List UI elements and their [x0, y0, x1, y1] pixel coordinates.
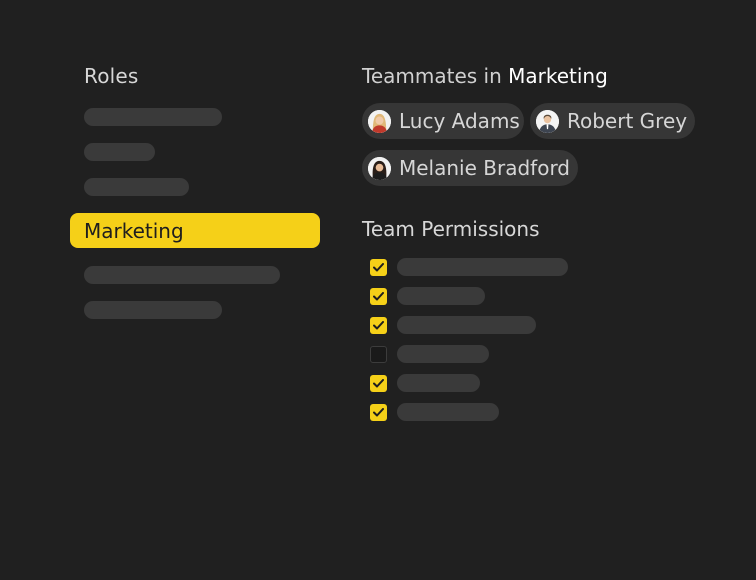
teammate-chip[interactable]: Lucy Adams	[362, 103, 524, 139]
team-settings-panel: Roles Marketing Teammates in Marketing L…	[0, 0, 756, 580]
permission-row	[370, 403, 499, 421]
checkmark-icon	[373, 262, 384, 271]
permission-label-placeholder	[397, 403, 499, 421]
permission-label-placeholder	[397, 287, 485, 305]
permission-label-placeholder	[397, 345, 489, 363]
role-item-marketing-selected[interactable]: Marketing	[70, 213, 320, 248]
permission-label-placeholder	[397, 374, 480, 392]
permissions-heading: Team Permissions	[362, 217, 540, 241]
permission-label-placeholder	[397, 316, 536, 334]
checkmark-icon	[373, 378, 384, 387]
permission-checkbox-checked[interactable]	[370, 374, 387, 392]
permission-row	[370, 287, 485, 305]
role-item-placeholder[interactable]	[84, 178, 189, 196]
role-item-label: Marketing	[84, 218, 184, 243]
permission-row	[370, 345, 489, 363]
woman-dark-hair-avatar-icon	[368, 156, 391, 180]
teammate-name: Robert Grey	[567, 109, 688, 133]
teammates-heading-team: Marketing	[508, 64, 608, 88]
role-item-placeholder[interactable]	[84, 266, 280, 284]
permission-checkbox-unchecked[interactable]	[370, 345, 387, 363]
roles-heading: Roles	[84, 64, 139, 88]
woman-blonde-avatar-icon	[368, 109, 391, 133]
permission-row	[370, 258, 568, 276]
checkmark-icon	[373, 407, 384, 416]
man-suit-avatar-icon	[536, 109, 559, 133]
permission-checkbox-checked[interactable]	[370, 316, 387, 334]
role-item-placeholder[interactable]	[84, 301, 222, 319]
checkmark-icon	[373, 291, 384, 300]
permission-row	[370, 316, 536, 334]
permission-checkbox-checked[interactable]	[370, 403, 387, 421]
permission-row	[370, 374, 480, 392]
role-item-placeholder[interactable]	[84, 108, 222, 126]
permission-checkbox-checked[interactable]	[370, 287, 387, 305]
permission-label-placeholder	[397, 258, 568, 276]
teammates-heading: Teammates in Marketing	[362, 64, 608, 88]
role-item-placeholder[interactable]	[84, 143, 155, 161]
checkmark-icon	[373, 320, 384, 329]
teammate-chip[interactable]: Melanie Bradford	[362, 150, 578, 186]
teammate-name: Melanie Bradford	[399, 156, 571, 180]
teammate-name: Lucy Adams	[399, 109, 520, 133]
permission-checkbox-checked[interactable]	[370, 258, 387, 276]
teammates-heading-prefix: Teammates in	[362, 64, 502, 88]
teammate-chip[interactable]: Robert Grey	[530, 103, 695, 139]
